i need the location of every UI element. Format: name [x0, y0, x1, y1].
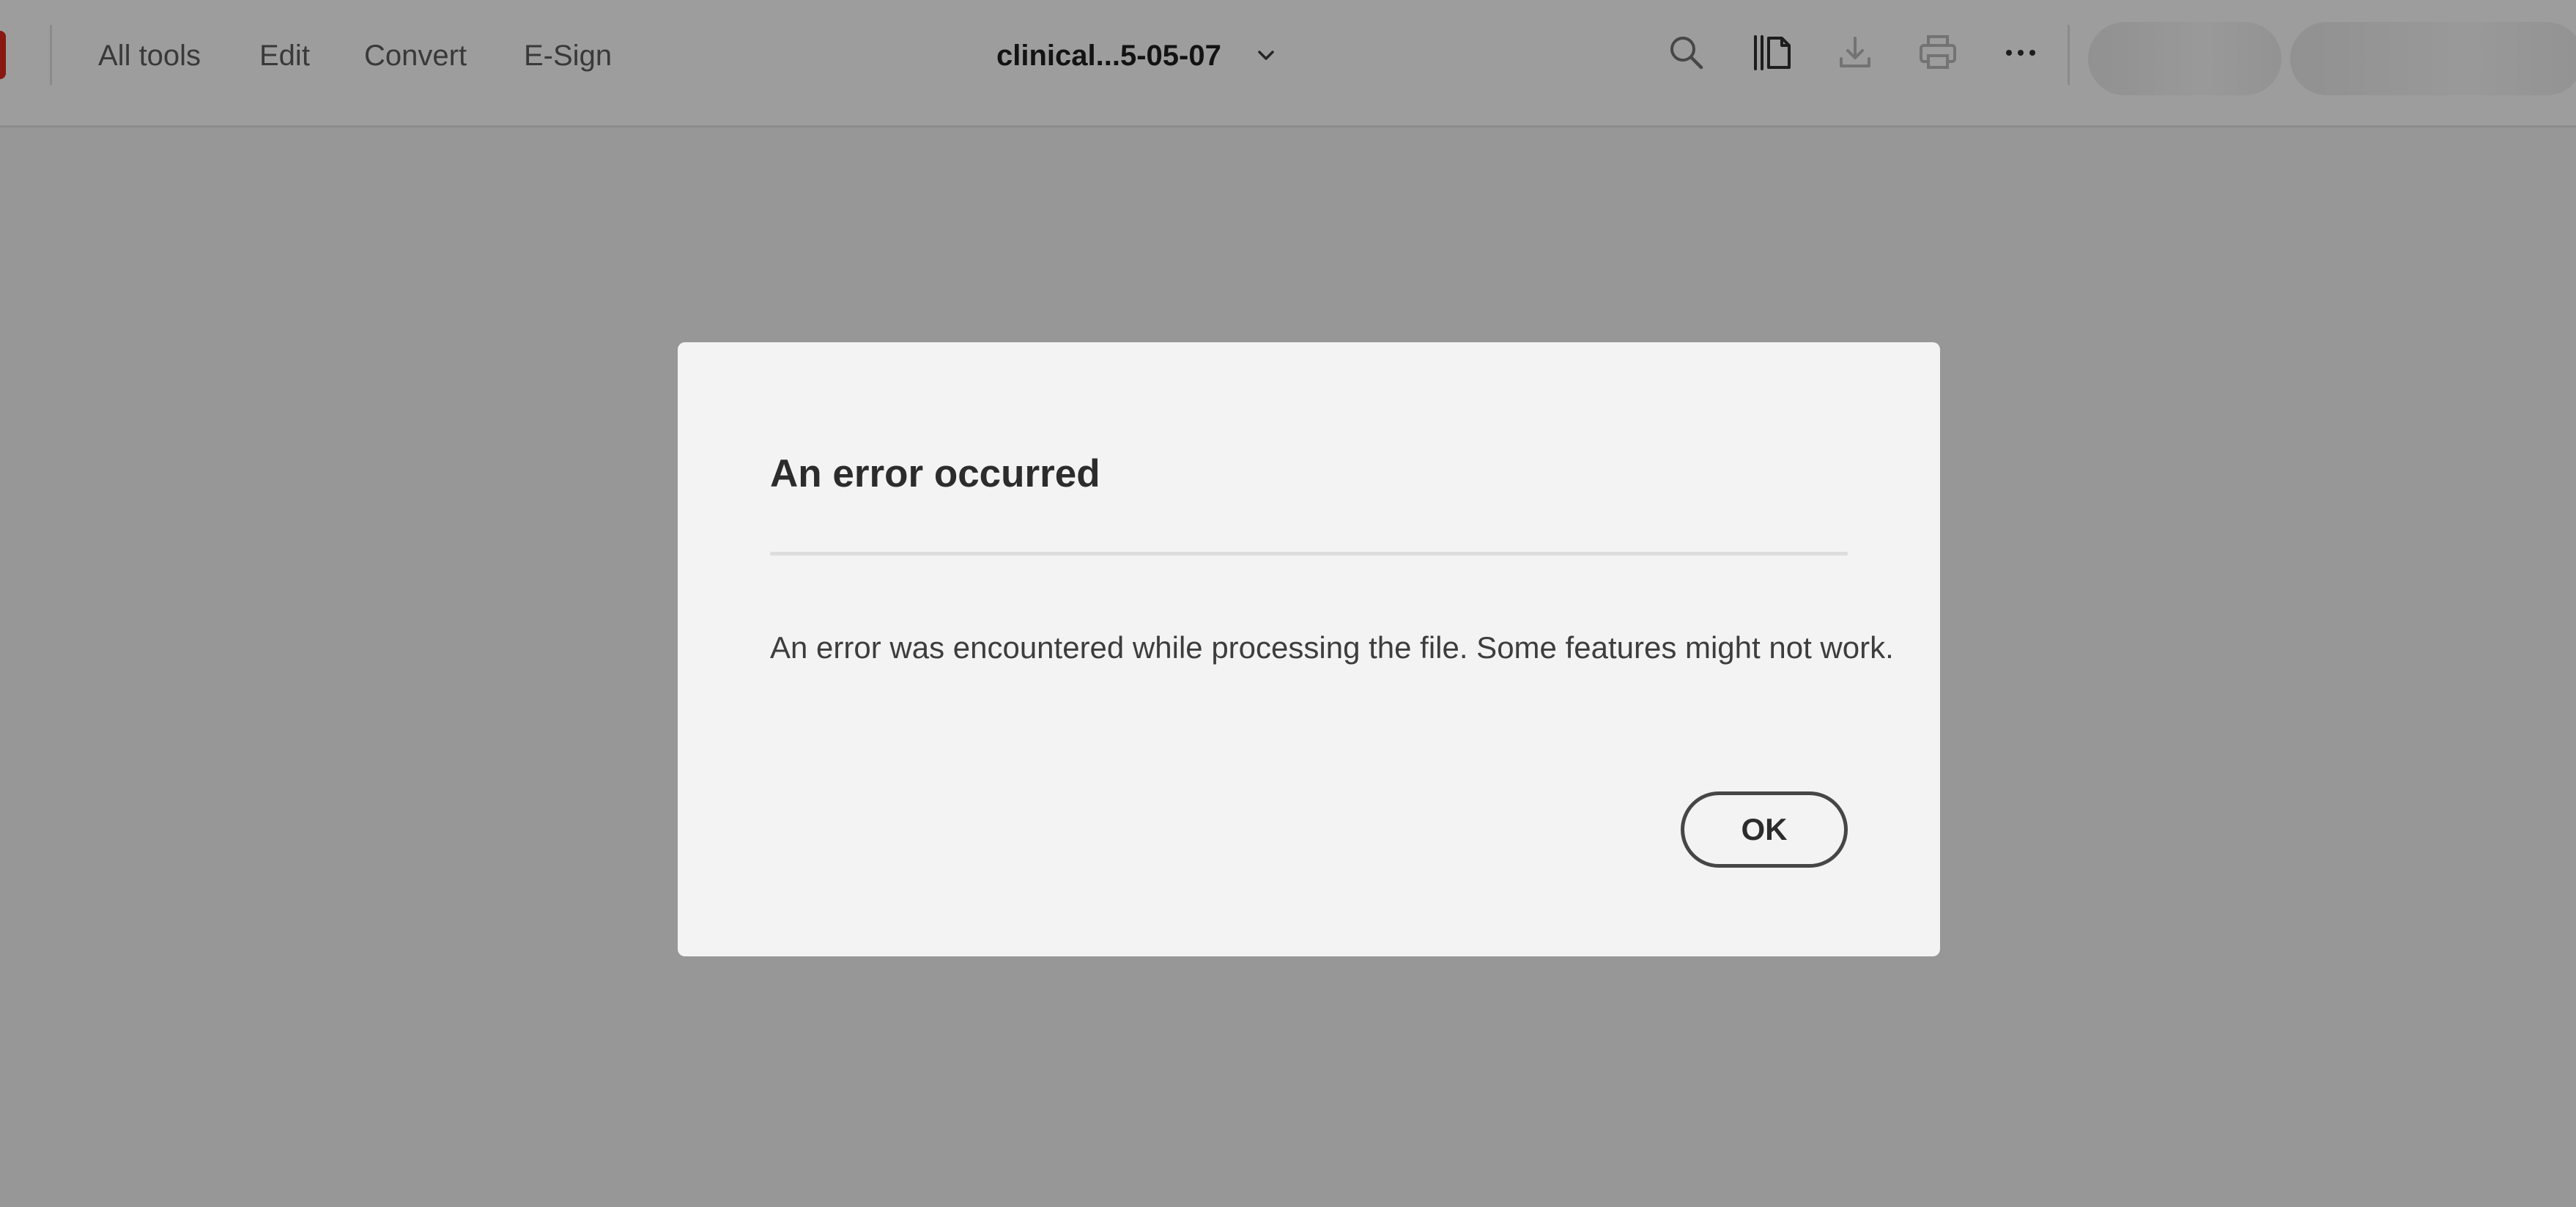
ok-button[interactable]: OK [1681, 791, 1848, 868]
modal-overlay: An error occurred An error was encounter… [0, 0, 2576, 1207]
error-dialog: An error occurred An error was encounter… [678, 342, 1940, 956]
dialog-divider [770, 552, 1848, 555]
dialog-message: An error was encountered while processin… [770, 630, 1894, 665]
dialog-title: An error occurred [770, 452, 1100, 495]
